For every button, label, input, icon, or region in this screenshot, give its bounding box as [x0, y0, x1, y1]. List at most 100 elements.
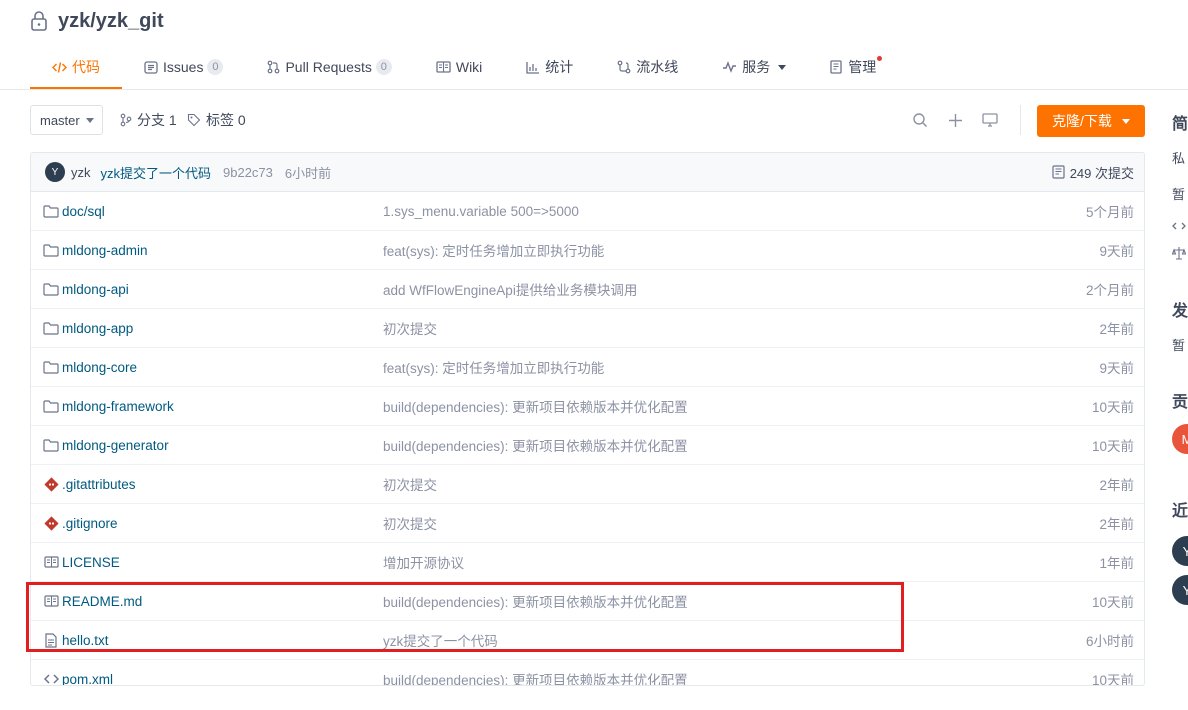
avatar[interactable]: Y: [45, 162, 65, 182]
file-row[interactable]: mldong-framework build(dependencies): 更新项…: [31, 387, 1144, 426]
file-commit-message-link[interactable]: 初次提交: [383, 318, 437, 338]
chevron-down-icon: [778, 64, 787, 70]
file-name-link[interactable]: mldong-framework: [62, 399, 174, 414]
file-row[interactable]: mldong-core feat(sys): 定时任务增加立即执行功能 9天前: [31, 348, 1144, 387]
tab-issues[interactable]: Issues 0: [122, 46, 245, 88]
file-commit-message-link[interactable]: 1.sys_menu.variable 500=>5000: [383, 204, 579, 219]
file-row[interactable]: pom.xml build(dependencies): 更新项目依赖版本并优化配…: [31, 660, 1144, 686]
file-row[interactable]: mldong-admin feat(sys): 定时任务增加立即执行功能 9天前: [31, 231, 1144, 270]
tab-code[interactable]: 代码: [30, 46, 122, 89]
avatar[interactable]: Y: [1172, 536, 1188, 566]
tab-issues-label: Issues: [163, 59, 204, 75]
tab-pipeline[interactable]: 流水线: [595, 46, 700, 88]
recent-heading: 近: [1172, 503, 1188, 520]
folder-icon: [43, 359, 59, 375]
file-rows: doc/sql 1.sys_menu.variable 500=>5000 5个月前…: [31, 192, 1144, 686]
avatar[interactable]: Y: [1172, 575, 1188, 605]
file-commit-message-link[interactable]: add WfFlowEngineApi提供给业务模块调用: [383, 279, 637, 299]
tab-code-label: 代码: [72, 59, 100, 75]
file-row[interactable]: .gitattributes 初次提交 2年前: [31, 465, 1144, 504]
file-row[interactable]: LICENSE 增加开源协议 1年前: [31, 543, 1144, 582]
tab-stats[interactable]: 统计: [504, 46, 595, 88]
folder-icon: [43, 203, 59, 219]
branch-select-value: master: [40, 112, 80, 128]
file-commit-message-link[interactable]: 增加开源协议: [383, 552, 464, 572]
folder-icon: [43, 281, 59, 297]
commit-author[interactable]: yzk: [71, 165, 91, 180]
commit-message-link[interactable]: yzk提交了一个代码: [101, 163, 212, 182]
file-row[interactable]: doc/sql 1.sys_menu.variable 500=>5000 5个月前: [31, 192, 1144, 231]
branch-icon: [120, 113, 132, 127]
commit-hash-link[interactable]: 9b22c73: [223, 165, 273, 180]
search-icon[interactable]: [910, 110, 930, 130]
file-commit-message-link[interactable]: 初次提交: [383, 513, 437, 533]
file-name-link[interactable]: mldong-generator: [62, 438, 169, 453]
commit-time: 6小时前: [284, 165, 332, 181]
file-name-link[interactable]: mldong-core: [62, 360, 137, 375]
file-commit-time: 10天前: [1091, 439, 1134, 454]
file-name-link[interactable]: mldong-api: [62, 282, 129, 297]
tab-service[interactable]: 服务: [700, 46, 808, 88]
tags-link[interactable]: 标签 0: [187, 105, 246, 135]
file-commit-message-link[interactable]: 初次提交: [383, 474, 437, 494]
plus-icon[interactable]: [945, 110, 965, 130]
commit-count-link[interactable]: 249 次提交: [1052, 153, 1134, 191]
repo-toolbar: master 分支 1 标签 0 克隆/下载: [30, 105, 1145, 137]
file-commit-message-link[interactable]: build(dependencies): 更新项目依赖版本并优化配置: [383, 435, 688, 455]
code-icon: [1172, 219, 1186, 235]
tab-manage-label: 管理: [848, 59, 877, 75]
releases-empty-text: 暂: [1172, 338, 1186, 353]
file-name-link[interactable]: LICENSE: [62, 555, 120, 570]
web-ide-icon[interactable]: [980, 110, 1000, 130]
file-name-link[interactable]: hello.txt: [62, 633, 109, 648]
notification-dot: [877, 56, 883, 61]
chevron-down-icon: [1121, 118, 1130, 124]
avatar[interactable]: M: [1172, 424, 1188, 454]
tab-pipeline-label: 流水线: [636, 59, 679, 75]
file-name-link[interactable]: .gitattributes: [62, 477, 136, 492]
file-row[interactable]: mldong-generator build(dependencies): 更新项…: [31, 426, 1144, 465]
folder-icon: [43, 437, 59, 453]
repo-name-link[interactable]: yzk/yzk_git: [58, 10, 164, 33]
repo-title: yzk/yzk_git: [30, 8, 164, 34]
file-name-link[interactable]: README.md: [62, 594, 142, 609]
file-commit-message-link[interactable]: yzk提交了一个代码: [383, 630, 498, 650]
intro-private-text: 私: [1172, 151, 1186, 166]
file-commit-message-link[interactable]: build(dependencies): 更新项目依赖版本并优化配置: [383, 669, 688, 685]
file-commit-message-link[interactable]: feat(sys): 定时任务增加立即执行功能: [383, 240, 604, 260]
file-row[interactable]: mldong-app 初次提交 2年前: [31, 309, 1144, 348]
tab-pull-requests[interactable]: Pull Requests 0: [245, 46, 413, 88]
file-commit-time: 10天前: [1091, 673, 1134, 686]
file-name-link[interactable]: doc/sql: [62, 204, 105, 219]
chevron-down-icon: [85, 117, 94, 123]
file-row[interactable]: README.md build(dependencies): 更新项目依赖版本并优…: [31, 582, 1144, 621]
file-commit-time: 2个月前: [1085, 283, 1134, 298]
issues-icon: [144, 60, 158, 74]
tab-wiki[interactable]: Wiki: [414, 46, 504, 88]
file-commit-time: 10天前: [1091, 595, 1134, 610]
branch-select[interactable]: master: [30, 105, 103, 135]
file-commit-message-link[interactable]: feat(sys): 定时任务增加立即执行功能: [383, 357, 604, 377]
file-name-link[interactable]: mldong-admin: [62, 243, 148, 258]
tab-service-label: 服务: [742, 59, 771, 75]
file-row[interactable]: .gitignore 初次提交 2年前: [31, 504, 1144, 543]
file-commit-message-link[interactable]: build(dependencies): 更新项目依赖版本并优化配置: [383, 396, 688, 416]
file-row[interactable]: hello.txt yzk提交了一个代码 6小时前: [31, 621, 1144, 660]
file-commit-time: 1年前: [1099, 556, 1134, 571]
branches-link[interactable]: 分支 1: [120, 105, 177, 135]
tab-manage[interactable]: 管理: [808, 46, 898, 88]
file-name-link[interactable]: pom.xml: [62, 672, 113, 686]
file-commit-message-link[interactable]: build(dependencies): 更新项目依赖版本并优化配置: [383, 591, 688, 611]
file-row[interactable]: mldong-api add WfFlowEngineApi提供给业务模块调用 2个…: [31, 270, 1144, 309]
clone-download-button[interactable]: 克隆/下载: [1037, 105, 1145, 137]
pull-requests-count-badge: 0: [375, 59, 392, 75]
clone-download-label: 克隆/下载: [1052, 113, 1112, 129]
file-commit-time: 5个月前: [1085, 205, 1134, 220]
file-name-link[interactable]: .gitignore: [62, 516, 118, 531]
pull-request-icon: [267, 60, 280, 74]
folder-icon: [43, 242, 59, 258]
lock-icon: [30, 10, 50, 32]
file-name-link[interactable]: mldong-app: [62, 321, 133, 336]
code-file-icon: [43, 671, 59, 685]
contributors-heading: 贡: [1172, 394, 1188, 411]
